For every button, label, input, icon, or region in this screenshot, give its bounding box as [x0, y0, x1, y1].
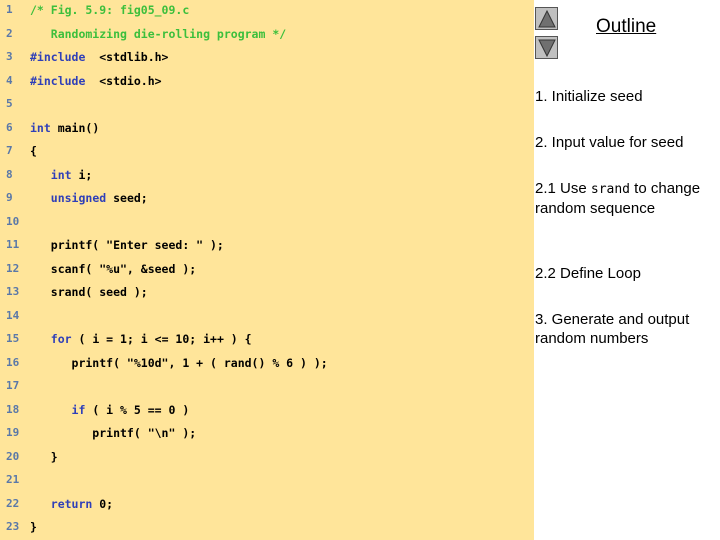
- code-token: <stdlib.h>: [85, 50, 169, 64]
- line-number: 14: [6, 308, 20, 322]
- outline-title[interactable]: Outline: [596, 16, 656, 38]
- code-text: #include <stdlib.h>: [30, 47, 168, 67]
- code-token: <stdio.h>: [85, 73, 162, 88]
- line-number: 23: [6, 520, 20, 533]
- keyword: int: [30, 120, 51, 135]
- keyword: unsigned: [50, 191, 107, 205]
- code-text: printf( "Enter seed: " );: [30, 235, 224, 255]
- code-token: }: [30, 449, 58, 464]
- code-text: return 0;: [30, 494, 113, 514]
- outline-step-1: 1. Initialize seed: [535, 88, 643, 105]
- code-text: if ( i % 5 == 0 ): [30, 400, 190, 420]
- code-token: scanf( "%u", &seed );: [30, 261, 197, 276]
- keyword: for: [50, 332, 72, 346]
- line-number: 19: [6, 426, 20, 439]
- code-text: Randomizing die-rolling program */: [30, 24, 286, 44]
- line-number: 2: [6, 26, 13, 40]
- code-text: scanf( "%u", &seed );: [30, 259, 196, 279]
- line-number: 9: [6, 191, 13, 204]
- triangle-down-icon: [538, 39, 556, 57]
- line-number: 18: [6, 402, 20, 416]
- code-token: i;: [71, 167, 93, 182]
- keyword: #include: [30, 73, 86, 88]
- code-token: seed;: [106, 191, 148, 205]
- code-token: 0;: [92, 496, 114, 511]
- code-text: {: [30, 141, 37, 161]
- line-number: 7: [6, 144, 13, 157]
- code-token: ( i % 5 == 0 ): [85, 402, 190, 417]
- code-text: }: [30, 447, 58, 467]
- code-text: printf( "%10d", 1 + ( rand() % 6 ) );: [30, 353, 328, 373]
- step-text: 2.1 Use: [535, 180, 591, 197]
- keyword: #include: [30, 50, 86, 64]
- line-number: 21: [6, 473, 20, 486]
- line-number: 1: [6, 3, 13, 16]
- line-number: 12: [6, 261, 20, 275]
- code-token: printf( "Enter seed: " );: [30, 238, 224, 252]
- code-text: }: [30, 517, 37, 537]
- step-code: srand: [590, 182, 631, 197]
- code-token: }: [30, 520, 37, 534]
- comment: Randomizing die-rolling program */: [30, 26, 287, 41]
- line-number: 4: [6, 73, 13, 87]
- code-text: #include <stdio.h>: [30, 71, 162, 91]
- line-number: 11: [6, 238, 20, 251]
- code-token: printf( "\n" );: [30, 426, 197, 440]
- code-text: /* Fig. 5.9: fig05_09.c: [30, 0, 189, 20]
- line-number: 8: [6, 167, 13, 181]
- line-number: 16: [6, 355, 20, 369]
- line-number: 10: [6, 214, 20, 228]
- code-text: srand( seed );: [30, 282, 148, 302]
- keyword: if: [71, 402, 86, 417]
- line-number: 13: [6, 285, 20, 298]
- code-token: srand( seed );: [30, 285, 148, 299]
- code-listing: 1 /* Fig. 5.9: fig05_09.c 2 Randomizing di…: [0, 0, 534, 540]
- outline-step-2-2: 2.2 Define Loop: [535, 265, 641, 282]
- previous-slide-button[interactable]: [535, 7, 558, 30]
- comment: /* Fig. 5.9: fig05_09.c: [30, 3, 190, 17]
- code-token: {: [30, 144, 37, 158]
- code-text: for ( i = 1; i <= 10; i++ ) {: [30, 329, 252, 349]
- code-text: int main(): [30, 118, 99, 138]
- keyword: return: [50, 496, 93, 511]
- line-number: 3: [6, 50, 13, 63]
- code-text: int i;: [30, 165, 93, 185]
- outline-step-3: 3. Generate and output random numbers: [535, 311, 690, 347]
- line-number: 5: [6, 97, 13, 110]
- code-token: ( i = 1; i <= 10; i++ ) {: [71, 332, 252, 346]
- code-token: printf( "%10d", 1 + ( rand() % 6 ) );: [30, 355, 328, 370]
- keyword: int: [50, 167, 72, 182]
- line-number: 6: [6, 120, 13, 134]
- code-text: printf( "\n" );: [30, 423, 196, 443]
- outline-step-2: 2. Input value for seed: [535, 134, 684, 151]
- line-number: 17: [6, 379, 20, 392]
- line-number: 15: [6, 332, 20, 345]
- triangle-up-icon: [538, 10, 556, 28]
- next-slide-button[interactable]: [535, 36, 558, 59]
- line-number: 22: [6, 496, 20, 510]
- outline-step-2-1: 2.1 Use srand to change random sequence: [535, 179, 720, 218]
- line-number: 20: [6, 449, 20, 463]
- code-token: main(): [50, 120, 100, 135]
- code-text: unsigned seed;: [30, 188, 148, 208]
